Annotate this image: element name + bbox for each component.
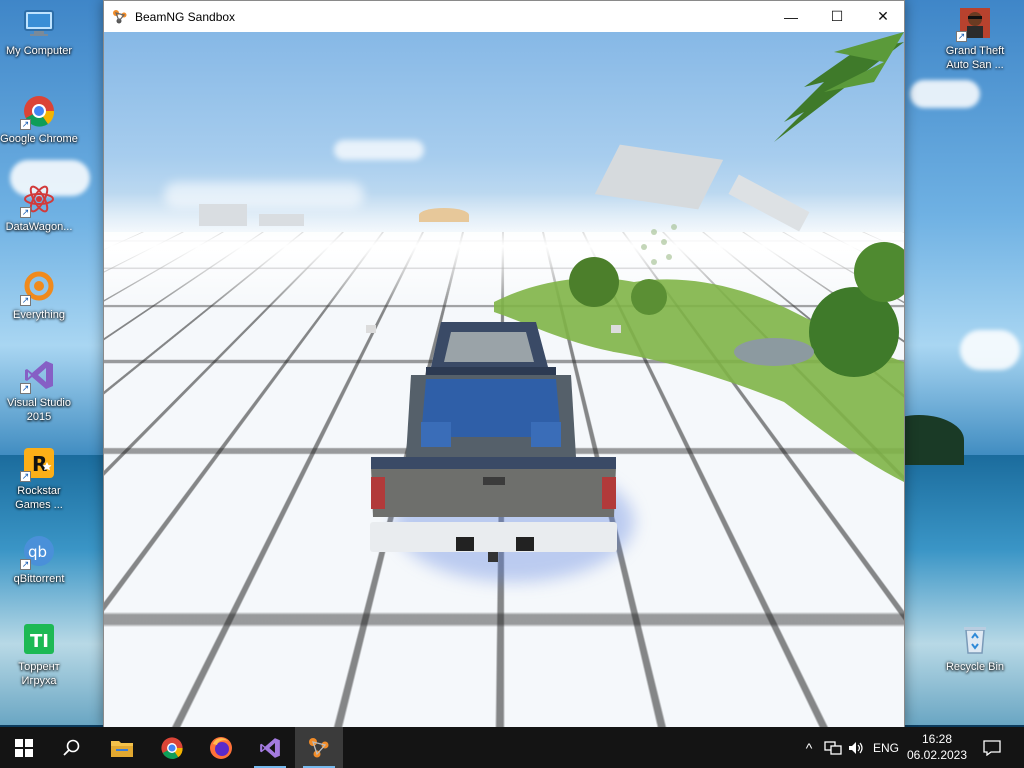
- beamng-icon: [309, 737, 329, 757]
- desktop-icon-label: qBittorrent: [13, 573, 65, 585]
- minimize-button[interactable]: —: [768, 1, 814, 32]
- beamng-app-icon: [112, 9, 128, 25]
- desktop-icon-label: DataWagon...: [5, 221, 73, 233]
- system-tray: ^ ENG: [800, 727, 899, 768]
- maximize-button[interactable]: ☐: [814, 1, 860, 32]
- desktop-icon-visual-studio[interactable]: ↗ Visual Studio 2015: [0, 358, 78, 424]
- taskbar-firefox[interactable]: [197, 727, 245, 768]
- desktop-icon-datawagon[interactable]: ↗ DataWagon...: [0, 182, 78, 234]
- desktop-icon-gta-san-andreas[interactable]: ↗ Grand Theft Auto San ...: [936, 6, 1014, 72]
- language-indicator[interactable]: ENG: [873, 741, 899, 755]
- window-titlebar[interactable]: BeamNG Sandbox — ☐ ✕: [104, 1, 904, 32]
- game-viewport[interactable]: BeamNG: [104, 32, 904, 727]
- taskbar-visual-studio[interactable]: [246, 727, 294, 768]
- desktop-icon-label: Everything: [13, 309, 65, 321]
- desktop-icon-everything[interactable]: ↗ Everything: [0, 270, 78, 322]
- desktop-icon-torrent-igruha[interactable]: TI Торрент Игруха: [0, 622, 78, 688]
- close-icon: ✕: [877, 8, 889, 24]
- windows-start-icon: [15, 738, 33, 757]
- wallpaper-cloud: [960, 330, 1020, 370]
- taskbar: ^ ENG 16:28 06.02.2023: [0, 727, 1024, 768]
- clock[interactable]: 16:28 06.02.2023: [905, 731, 969, 763]
- desktop-icon-recycle-bin[interactable]: Recycle Bin: [936, 622, 1014, 674]
- shortcut-arrow-icon: ↗: [20, 207, 31, 218]
- clock-date: 06.02.2023: [906, 748, 968, 762]
- volume-icon[interactable]: [848, 741, 864, 755]
- search-icon: [63, 739, 80, 756]
- taskbar-file-explorer[interactable]: [98, 727, 146, 768]
- distant-block: [259, 214, 304, 226]
- datawagon-icon: ↗: [20, 182, 56, 218]
- maximize-icon: ☐: [830, 8, 844, 24]
- shortcut-arrow-icon: ↗: [956, 31, 967, 42]
- close-button[interactable]: ✕: [860, 1, 906, 32]
- pickup-truck: [366, 322, 621, 562]
- distant-block: [199, 204, 247, 226]
- desktop-icon-label: Visual Studio 2015: [6, 397, 71, 423]
- torrent-igruha-icon: TI: [22, 622, 56, 656]
- firefox-icon: [210, 736, 232, 759]
- desktop-icon-qbittorrent[interactable]: qb ↗ qBittorrent: [0, 534, 78, 586]
- everything-icon: ↗: [20, 270, 56, 306]
- beamng-watermark: BeamNG: [124, 677, 242, 707]
- notification-icon: [983, 739, 1001, 756]
- desktop-icon-label: My Computer: [5, 45, 73, 57]
- computer-icon: [22, 6, 56, 40]
- shortcut-arrow-icon: ↗: [20, 471, 31, 482]
- minimize-icon: —: [784, 8, 798, 25]
- shortcut-arrow-icon: ↗: [20, 383, 31, 394]
- desktop-icon-label: Торрент Игруха: [18, 661, 60, 687]
- svg-text:TI: TI: [30, 631, 49, 652]
- taskbar-chrome[interactable]: [148, 727, 196, 768]
- visual-studio-icon: [260, 737, 280, 758]
- qbittorrent-icon: qb ↗: [20, 534, 56, 570]
- desktop-icon-rockstar-games[interactable]: R ↗ Rockstar Games ...: [0, 446, 78, 512]
- shortcut-arrow-icon: ↗: [20, 559, 31, 570]
- desktop-icon-label: Rockstar Games ...: [15, 485, 63, 511]
- search-button[interactable]: [48, 727, 96, 768]
- shortcut-arrow-icon: ↗: [20, 295, 31, 306]
- desktop-icon-label: Google Chrome: [0, 133, 78, 145]
- desktop-icon-my-computer[interactable]: My Computer: [0, 6, 78, 58]
- svg-text:R: R: [32, 452, 47, 476]
- shortcut-arrow-icon: ↗: [20, 119, 31, 130]
- desktop-icon-label: Recycle Bin: [945, 661, 1005, 673]
- palm-tree: [774, 32, 904, 142]
- beamng-logo-icon: [126, 679, 151, 705]
- action-center-button[interactable]: [968, 727, 1016, 768]
- recycle-bin-icon: [958, 622, 992, 656]
- chrome-icon: ↗: [20, 94, 56, 130]
- gta-sa-icon: ↗: [956, 6, 992, 42]
- file-explorer-icon: [111, 740, 133, 757]
- taskbar-beamng[interactable]: [295, 727, 343, 768]
- visual-studio-icon: ↗: [20, 358, 56, 394]
- tray-overflow-chevron-icon[interactable]: ^: [800, 740, 818, 756]
- window-title: BeamNG Sandbox: [135, 9, 236, 24]
- rockstar-icon: R ↗: [20, 446, 56, 482]
- wallpaper-cloud: [910, 80, 980, 108]
- start-button[interactable]: [0, 727, 48, 768]
- network-icon[interactable]: [824, 740, 842, 755]
- beamng-window: BeamNG Sandbox — ☐ ✕ BeamNG: [103, 0, 905, 727]
- desktop-icon-google-chrome[interactable]: ↗ Google Chrome: [0, 94, 78, 146]
- desktop-icon-label: Grand Theft Auto San ...: [945, 45, 1005, 71]
- clock-time: 16:28: [921, 732, 953, 746]
- sky-cloud: [334, 140, 424, 160]
- beamng-watermark-text: BeamNG: [158, 680, 243, 703]
- chrome-icon: [161, 736, 183, 759]
- distant-dune: [419, 208, 469, 222]
